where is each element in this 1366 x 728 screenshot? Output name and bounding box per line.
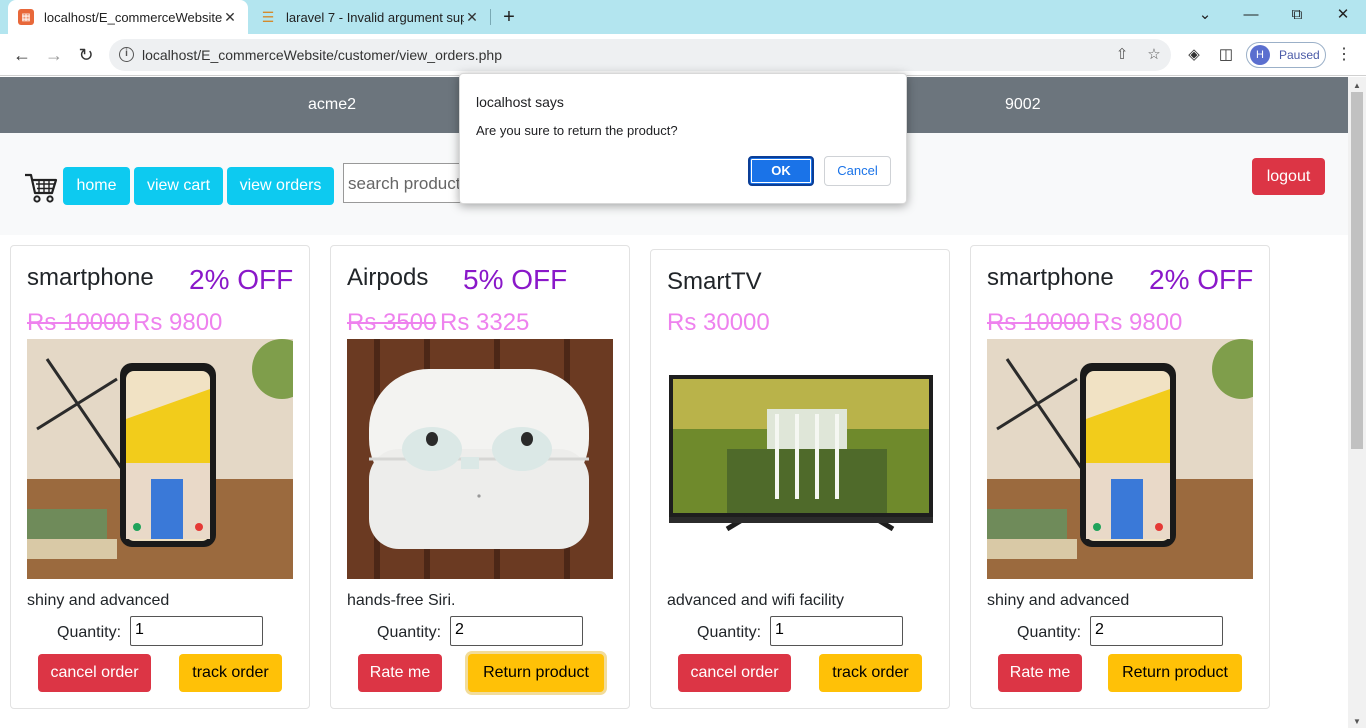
- stackoverflow-favicon-icon: ☰: [261, 8, 275, 25]
- tab-close-icon[interactable]: ✕: [464, 9, 480, 26]
- restore-icon[interactable]: ⧉: [1274, 0, 1320, 30]
- return-product-button[interactable]: Return product: [468, 654, 604, 692]
- quantity-label: Quantity:: [697, 624, 762, 641]
- product-description: advanced and wifi facility: [667, 592, 844, 609]
- view-cart-button[interactable]: view cart: [134, 167, 223, 205]
- quantity-label: Quantity:: [377, 624, 442, 641]
- back-icon[interactable]: ←: [10, 43, 34, 67]
- browser-toolbar: ← → ↻ i localhost/E_commerceWebsite/cust…: [0, 34, 1366, 76]
- reload-icon[interactable]: ↻: [74, 43, 98, 67]
- site-info-icon[interactable]: i: [119, 47, 134, 62]
- tab-separator: [490, 9, 491, 25]
- original-price: Rs 10000: [27, 309, 130, 336]
- rate-me-button[interactable]: Rate me: [998, 654, 1082, 692]
- product-description: shiny and advanced: [27, 592, 170, 609]
- scrollbar-thumb[interactable]: [1351, 92, 1363, 449]
- username: acme2: [308, 96, 357, 113]
- rate-me-button[interactable]: Rate me: [358, 654, 442, 692]
- product-image: [667, 339, 933, 579]
- discounted-price: Rs 9800: [133, 309, 223, 336]
- bookmark-star-icon[interactable]: ☆: [1144, 45, 1164, 65]
- original-price: Rs 10000: [987, 309, 1090, 336]
- order-card: Airpods 5% OFF Rs 3500 Rs 3325 hands-fre…: [330, 245, 630, 709]
- discount-label: 2% OFF: [189, 264, 294, 295]
- quantity-label: Quantity:: [57, 624, 122, 641]
- confirm-dialog: localhost says Are you sure to return th…: [459, 73, 907, 204]
- dialog-message: Are you sure to return the product?: [476, 123, 678, 138]
- product-name: SmartTV: [667, 268, 762, 295]
- user-pin: 9002: [1005, 96, 1041, 113]
- tab-laravel[interactable]: ☰ laravel 7 - Invalid argument supp ✕: [250, 0, 490, 34]
- tab-view-orders[interactable]: ▦ localhost/E_commerceWebsite/cu ✕: [8, 0, 248, 34]
- product-name: smartphone: [987, 264, 1114, 291]
- original-price: Rs 3500: [347, 309, 437, 336]
- side-panel-icon[interactable]: ◫: [1215, 44, 1237, 66]
- extensions-puzzle-icon[interactable]: ◈: [1183, 44, 1205, 66]
- cancel-order-button[interactable]: cancel order: [38, 654, 151, 692]
- dialog-title: localhost says: [476, 94, 564, 110]
- xampp-favicon-icon: ▦: [18, 9, 34, 25]
- product-name: smartphone: [27, 264, 154, 291]
- order-card: smartphone 2% OFF Rs 10000 Rs 9800 shiny…: [10, 245, 310, 709]
- shopping-cart-icon: [25, 173, 58, 203]
- tab-search-chevron-icon[interactable]: ⌄: [1182, 0, 1228, 30]
- cancel-button[interactable]: Cancel: [824, 156, 891, 186]
- profile-button[interactable]: H Paused: [1246, 42, 1326, 68]
- tab-close-icon[interactable]: ✕: [222, 9, 238, 26]
- browser-menu-icon[interactable]: ⋮: [1336, 44, 1352, 66]
- new-tab-icon[interactable]: +: [499, 5, 519, 29]
- discounted-price: Rs 9800: [1093, 309, 1183, 336]
- url-text[interactable]: localhost/E_commerceWebsite/customer/vie…: [142, 47, 502, 63]
- product-description: shiny and advanced: [987, 592, 1130, 609]
- address-bar[interactable]: i localhost/E_commerceWebsite/customer/v…: [109, 39, 1171, 71]
- quantity-input[interactable]: 1: [770, 616, 903, 646]
- share-icon[interactable]: ⇧: [1112, 45, 1132, 65]
- order-card: SmartTV Rs 30000 advanced and wifi facil…: [650, 249, 950, 709]
- product-name: Airpods: [347, 264, 429, 291]
- product-description: hands-free Siri.: [347, 592, 456, 609]
- quantity-input[interactable]: 2: [1090, 616, 1223, 646]
- quantity-input[interactable]: 1: [130, 616, 263, 646]
- avatar: H: [1250, 45, 1270, 65]
- minimize-icon[interactable]: —: [1228, 0, 1274, 30]
- discount-label: 5% OFF: [463, 264, 568, 295]
- home-button[interactable]: home: [63, 167, 130, 205]
- tab-title: localhost/E_commerceWebsite/cu: [44, 9, 222, 25]
- product-image: [347, 339, 613, 579]
- product-price: Rs 30000: [667, 309, 770, 336]
- close-window-icon[interactable]: ✕: [1320, 0, 1366, 30]
- return-product-button[interactable]: Return product: [1108, 654, 1242, 692]
- cancel-order-button[interactable]: cancel order: [678, 654, 791, 692]
- product-image: [987, 339, 1253, 579]
- track-order-button[interactable]: track order: [179, 654, 282, 692]
- track-order-button[interactable]: track order: [819, 654, 922, 692]
- forward-icon[interactable]: →: [42, 43, 66, 67]
- product-image: [27, 339, 293, 579]
- tab-title: laravel 7 - Invalid argument supp: [286, 9, 464, 25]
- tab-strip: ▦ localhost/E_commerceWebsite/cu ✕ ☰ lar…: [0, 0, 1366, 34]
- quantity-input[interactable]: 2: [450, 616, 583, 646]
- discounted-price: Rs 3325: [440, 309, 530, 336]
- quantity-label: Quantity:: [1017, 624, 1082, 641]
- view-orders-button[interactable]: view orders: [227, 167, 334, 205]
- discount-label: 2% OFF: [1149, 264, 1254, 295]
- ok-button[interactable]: OK: [748, 156, 814, 186]
- order-card: smartphone 2% OFF Rs 10000 Rs 9800 shiny…: [970, 245, 1270, 709]
- page-scrollbar[interactable]: ▲ ▼: [1348, 77, 1366, 728]
- scroll-down-icon[interactable]: ▼: [1353, 717, 1361, 726]
- scroll-up-icon[interactable]: ▲: [1353, 81, 1361, 90]
- profile-status: Paused: [1279, 48, 1320, 62]
- logout-button[interactable]: logout: [1252, 158, 1325, 195]
